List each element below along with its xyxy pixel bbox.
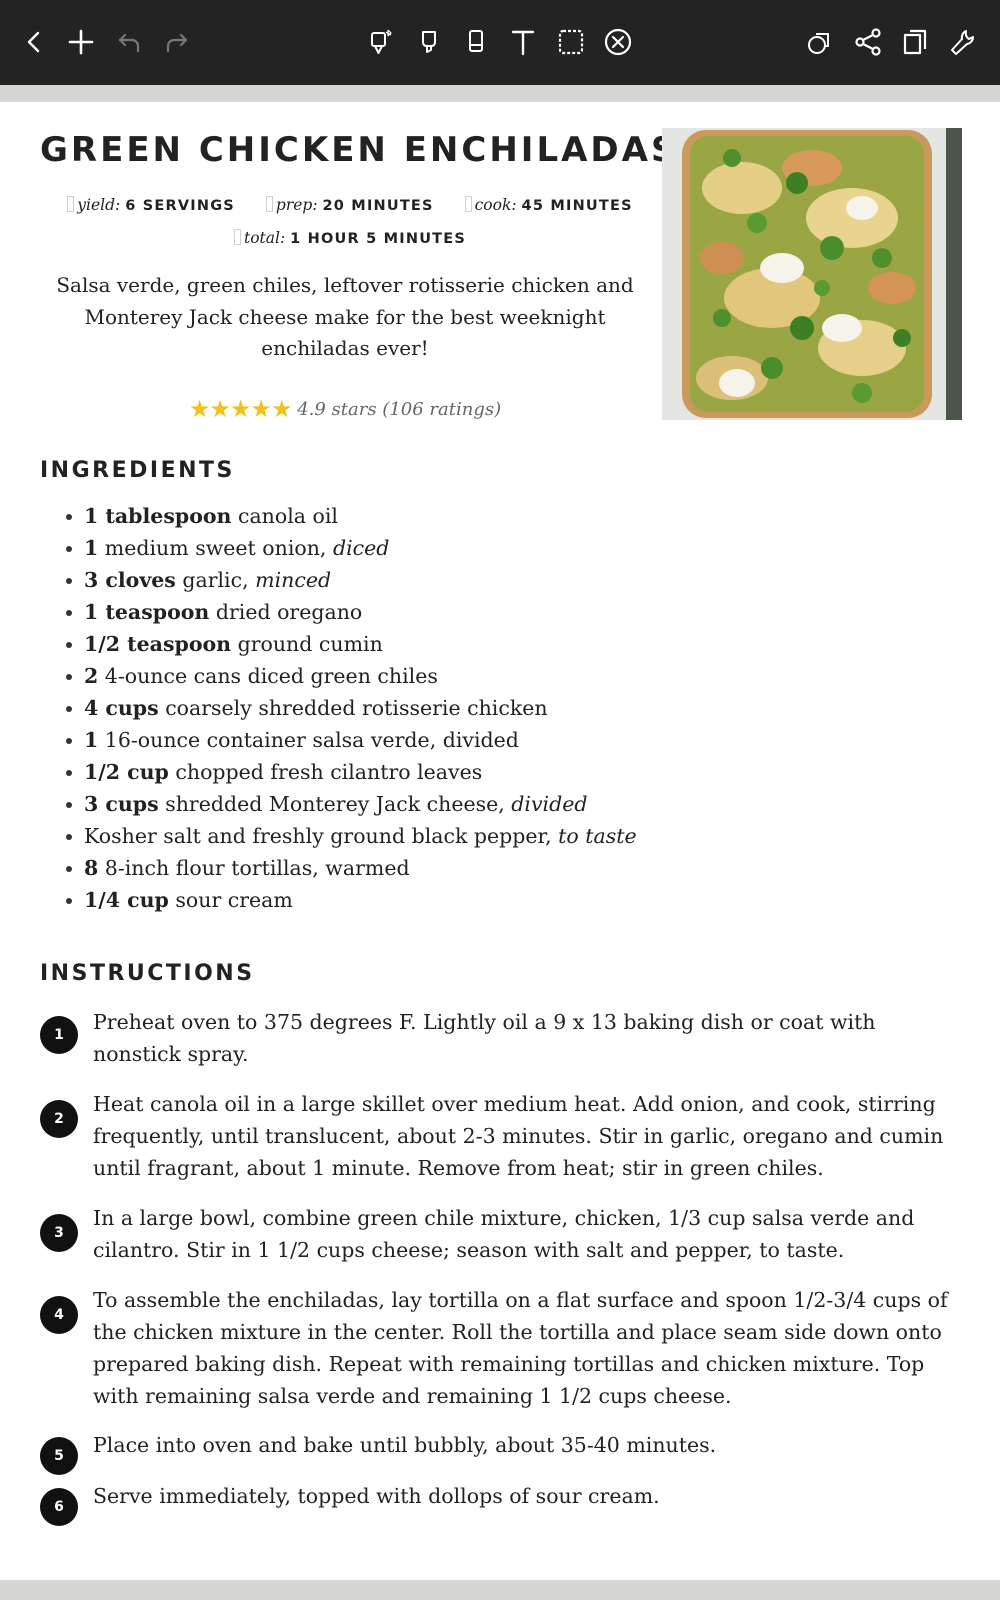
ingredient-text: 4-ounce cans diced green chiles [98,664,438,688]
viewer-margin [0,85,1000,102]
ingredient-item: 4 cups coarsely shredded rotisserie chic… [62,692,702,724]
ingredient-text: sour cream [168,888,293,912]
pages-icon[interactable] [895,20,935,64]
ingredient-item: 1/2 cup chopped fresh cilantro leaves [62,756,702,788]
redo-icon[interactable] [157,20,197,64]
ingredient-text: medium sweet onion, [98,536,333,560]
view-mode-icon[interactable] [800,20,840,64]
ingredient-quantity: 3 cups [84,792,159,816]
ingredient-note: to taste [558,824,637,848]
ingredient-quantity: 1 teaspoon [84,600,210,624]
cook-meta: cook: 45 MINUTES [464,196,633,214]
ingredients-list: 1 tablespoon canola oil 1 medium sweet on… [62,500,702,916]
ingredient-item: 1 16-ounce container salsa verde, divide… [62,724,702,756]
total-icon [233,229,241,245]
cook-icon [464,196,472,212]
prep-icon [265,196,273,212]
step-text: Preheat oven to 375 degrees F. Lightly o… [93,1010,876,1066]
ingredient-quantity: 4 cups [84,696,159,720]
ingredient-text: 8-inch flour tortillas, warmed [98,856,410,880]
recipe-description: Salsa verde, green chiles, leftover roti… [56,273,634,360]
pen-bluetooth-icon[interactable] [362,20,402,64]
instructions-heading: INSTRUCTIONS [40,961,255,986]
step-number-badge: 2 [40,1100,78,1138]
eraser-icon[interactable] [456,20,496,64]
recipe-title: GREEN CHICKEN ENCHILADAS [40,130,679,170]
rating-text: 4.9 stars (106 ratings) [297,399,502,420]
ingredient-quantity: 1/4 cup [84,888,169,912]
ingredient-note: divided [511,792,588,816]
lasso-select-icon[interactable] [551,20,591,64]
ingredient-item: 8 8-inch flour tortillas, warmed [62,852,702,884]
ingredients-heading: INGREDIENTS [40,458,235,483]
text-tool-icon[interactable] [503,20,543,64]
ingredient-quantity: 2 [84,664,99,688]
step-number-badge: 6 [40,1488,78,1526]
total-meta: total: 1 HOUR 5 MINUTES [233,229,466,247]
yield-meta: yield: 6 SERVINGS [67,196,235,214]
step-text: In a large bowl, combine green chile mix… [93,1206,915,1262]
ingredient-text: canola oil [231,504,338,528]
clear-icon[interactable] [598,20,638,64]
step-number-badge: 5 [40,1437,78,1475]
recipe-total-time: total: 1 HOUR 5 MINUTES [40,229,660,247]
step-number-badge: 4 [40,1296,78,1334]
recipe-page[interactable]: GREEN CHICKEN ENCHILADAS yield: 6 SERVIN… [0,102,1000,1580]
ingredient-item: Kosher salt and freshly ground black pep… [62,820,702,852]
share-icon[interactable] [848,20,888,64]
ingredient-item: 1/2 teaspoon ground cumin [62,628,702,660]
yield-icon [67,196,75,212]
prep-meta: prep: 20 MINUTES [265,196,434,214]
ingredient-item: 3 cups shredded Monterey Jack cheese, di… [62,788,702,820]
ingredient-text: dried oregano [209,600,363,624]
ingredient-item: 1 teaspoon dried oregano [62,596,702,628]
ingredient-quantity: 1/2 cup [84,760,169,784]
ingredient-note: minced [255,568,332,592]
ingredient-quantity: 1 [84,536,99,560]
ingredient-text: Kosher salt and freshly ground black pep… [84,824,559,848]
ingredient-text: ground cumin [231,632,383,656]
ingredient-text: shredded Monterey Jack cheese, [158,792,512,816]
ingredient-text: garlic, [175,568,256,592]
annotation-toolbar [0,0,1000,85]
ingredient-quantity: 1/2 teaspoon [84,632,232,656]
ingredient-item: 1 tablespoon canola oil [62,500,702,532]
undo-icon[interactable] [109,20,149,64]
star-rating-icon[interactable]: ★★★★★ [189,395,293,423]
ingredient-item: 3 cloves garlic, minced [62,564,702,596]
ingredient-quantity: 1 [84,728,99,752]
ingredient-text: 16-ounce container salsa verde, divided [98,728,519,752]
step-number-badge: 1 [40,1016,78,1054]
ingredient-text: coarsely shredded rotisserie chicken [158,696,548,720]
step-text: To assemble the enchiladas, lay tortilla… [93,1288,948,1408]
ingredient-quantity: 8 [84,856,99,880]
step-text: Heat canola oil in a large skillet over … [93,1092,944,1180]
ingredient-item: 2 4-ounce cans diced green chiles [62,660,702,692]
step-number-badge: 3 [40,1214,78,1252]
ingredient-item: 1/4 cup sour cream [62,884,702,916]
settings-icon[interactable] [943,20,983,64]
step-text: Place into oven and bake until bubbly, a… [93,1433,717,1457]
ingredient-quantity: 1 tablespoon [84,504,232,528]
ingredient-text: chopped fresh cilantro leaves [168,760,483,784]
add-icon[interactable] [61,20,101,64]
recipe-rating[interactable]: ★★★★★ 4.9 stars (106 ratings) [40,395,650,423]
recipe-times: yield: 6 SERVINGS prep: 20 MINUTES cook:… [40,196,660,214]
enchiladas-photo [662,128,962,420]
viewer-bottom-margin [0,1580,1000,1600]
highlighter-icon[interactable] [409,20,449,64]
ingredient-item: 1 medium sweet onion, diced [62,532,702,564]
ingredient-quantity: 3 cloves [84,568,176,592]
ingredient-note: diced [332,536,390,560]
step-text: Serve immediately, topped with dollops o… [93,1484,660,1508]
back-icon[interactable] [14,20,54,64]
